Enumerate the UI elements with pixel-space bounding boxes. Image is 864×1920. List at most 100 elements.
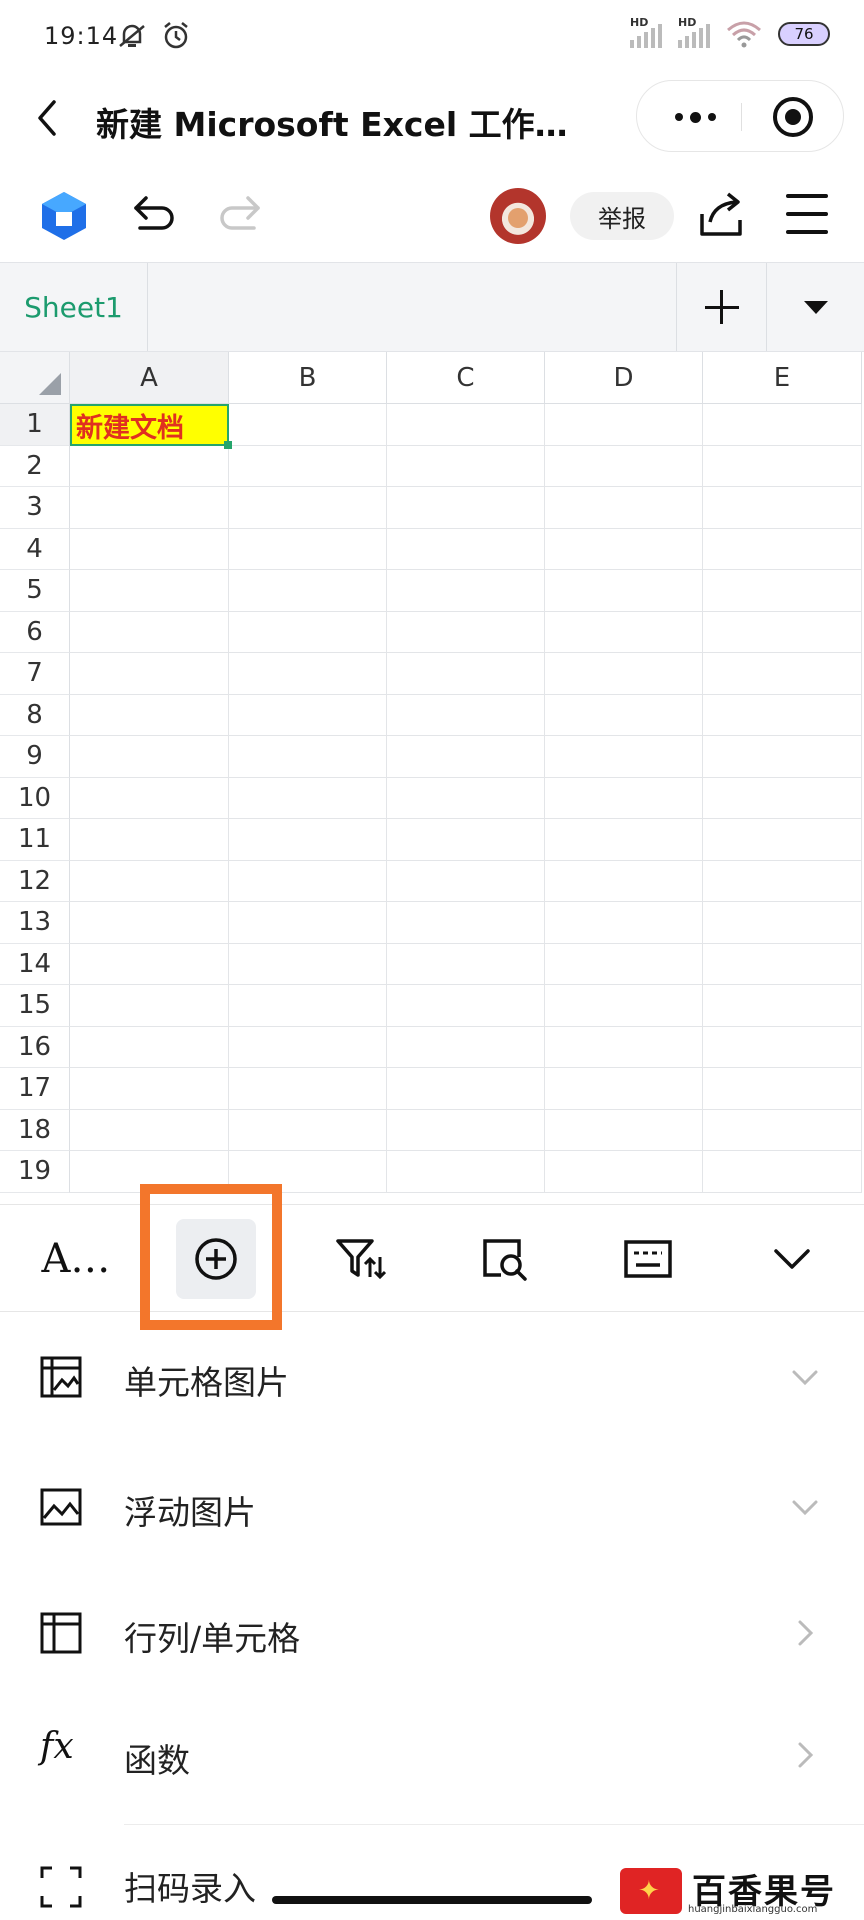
grid-cell[interactable] [387,404,545,446]
grid-cell[interactable] [703,611,862,653]
grid-cell[interactable] [70,1109,229,1151]
grid-cell[interactable] [70,985,229,1027]
grid-cell[interactable] [229,694,387,736]
grid-cell[interactable] [387,694,545,736]
grid-cell[interactable] [545,1109,703,1151]
row-header[interactable]: 4 [0,528,70,570]
redo-icon[interactable] [216,192,264,238]
menu-item-rows-columns[interactable]: 行列/单元格 [0,1568,864,1696]
grid-cell[interactable] [703,902,862,944]
grid-cell[interactable] [229,653,387,695]
grid-cell[interactable] [387,653,545,695]
row-header[interactable]: 6 [0,611,70,653]
column-header[interactable]: C [387,352,545,404]
grid-cell[interactable] [229,1026,387,1068]
grid-cell[interactable] [387,777,545,819]
grid-cell[interactable] [229,528,387,570]
grid-cell[interactable] [70,445,229,487]
grid-cell[interactable] [229,902,387,944]
grid-cell[interactable] [70,694,229,736]
keyboard-icon[interactable] [608,1219,688,1299]
close-target-icon[interactable] [773,97,813,137]
grid-cell[interactable] [229,487,387,529]
column-header[interactable]: A [70,352,229,404]
grid-cell[interactable] [229,736,387,778]
dropdown-icon[interactable] [766,263,864,351]
column-header[interactable]: E [703,352,862,404]
grid-cell[interactable] [703,404,862,446]
grid-cell[interactable] [70,487,229,529]
grid-cell[interactable] [703,1151,862,1193]
more-icon[interactable] [665,99,725,135]
report-button[interactable]: 举报 [570,192,674,240]
grid-cell[interactable] [545,819,703,861]
grid-cell[interactable] [545,736,703,778]
grid-cell[interactable] [70,943,229,985]
row-header[interactable]: 10 [0,777,70,819]
grid-cell[interactable] [545,404,703,446]
grid-cell[interactable] [70,777,229,819]
grid-cell[interactable] [70,902,229,944]
grid-cell[interactable] [229,404,387,446]
grid-cell[interactable] [703,570,862,612]
grid-cell[interactable] [387,819,545,861]
row-header[interactable]: 18 [0,1109,70,1151]
grid-cell[interactable] [387,1151,545,1193]
cell-a1[interactable]: 新建文档 [70,404,229,446]
grid-cell[interactable] [545,902,703,944]
grid-cell[interactable] [387,611,545,653]
grid-cell[interactable] [387,445,545,487]
row-header[interactable]: 11 [0,819,70,861]
grid-cell[interactable] [545,1068,703,1110]
grid-cell[interactable] [70,1026,229,1068]
grid-cell[interactable] [70,611,229,653]
grid-cell[interactable] [387,985,545,1027]
grid-cell[interactable] [70,1068,229,1110]
grid-cell[interactable] [703,528,862,570]
grid-cell[interactable] [703,653,862,695]
grid-cell[interactable] [703,736,862,778]
row-header[interactable]: 5 [0,570,70,612]
grid-cell[interactable] [545,860,703,902]
row-header[interactable]: 2 [0,445,70,487]
grid-cell[interactable] [545,653,703,695]
grid-cell[interactable] [545,943,703,985]
grid-cell[interactable] [70,570,229,612]
row-header[interactable]: 9 [0,736,70,778]
grid-cell[interactable] [70,528,229,570]
grid-cell[interactable] [387,860,545,902]
row-header[interactable]: 12 [0,860,70,902]
grid-cell[interactable] [229,445,387,487]
grid-cell[interactable] [229,777,387,819]
menu-icon[interactable] [786,194,828,234]
select-all-corner[interactable] [0,352,70,404]
grid-cell[interactable] [703,445,862,487]
font-icon[interactable]: A… [36,1219,116,1299]
column-header[interactable]: D [545,352,703,404]
undo-icon[interactable] [130,192,178,238]
grid-cell[interactable] [703,1026,862,1068]
add-sheet-icon[interactable] [676,263,766,351]
grid-cell[interactable] [387,1109,545,1151]
row-header[interactable]: 7 [0,653,70,695]
grid-cell[interactable] [70,819,229,861]
collapse-icon[interactable] [752,1219,832,1299]
grid-cell[interactable] [387,1026,545,1068]
spreadsheet-grid[interactable]: A B C D E 1 2 3 4 5 6 7 8 9 10 11 12 13 14 15 16 17 18 19 新建文档 [0,352,864,1198]
grid-cell[interactable] [545,570,703,612]
grid-cell[interactable] [703,819,862,861]
row-header[interactable]: 8 [0,694,70,736]
find-icon[interactable] [464,1219,544,1299]
column-header[interactable]: B [229,352,387,404]
grid-cell[interactable] [387,1068,545,1110]
grid-cell[interactable] [387,487,545,529]
row-header[interactable]: 17 [0,1068,70,1110]
grid-cell[interactable] [229,819,387,861]
grid-cell[interactable] [545,445,703,487]
grid-cell[interactable] [229,1109,387,1151]
share-icon[interactable] [696,190,746,240]
grid-cell[interactable] [703,1068,862,1110]
grid-cell[interactable] [70,860,229,902]
filter-sort-icon[interactable] [320,1219,400,1299]
grid-cell[interactable] [70,653,229,695]
